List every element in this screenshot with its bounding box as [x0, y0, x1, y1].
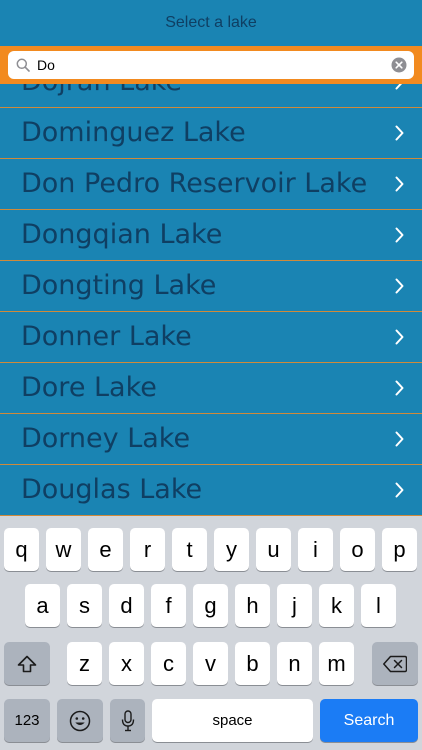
key-x[interactable]: x [109, 642, 144, 685]
key-t[interactable]: t [172, 528, 207, 571]
lake-name: Don Pedro Reservoir Lake [21, 168, 368, 199]
key-z[interactable]: z [67, 642, 102, 685]
lake-name: Donner Lake [21, 321, 192, 352]
key-o[interactable]: o [340, 528, 375, 571]
lake-name: Dorney Lake [21, 423, 191, 454]
lake-name: Dojran Lake [21, 84, 182, 97]
key-h[interactable]: h [235, 584, 270, 627]
microphone-icon [121, 709, 134, 731]
chevron-right-icon [395, 329, 404, 345]
list-item[interactable]: Douglas Lake [0, 465, 422, 516]
key-a[interactable]: a [25, 584, 60, 627]
key-j[interactable]: j [277, 584, 312, 627]
key-u[interactable]: u [256, 528, 291, 571]
list-item[interactable]: Dongting Lake [0, 261, 422, 312]
list-item[interactable]: Dojran Lake [0, 84, 422, 108]
key-n[interactable]: n [277, 642, 312, 685]
key-i[interactable]: i [298, 528, 333, 571]
space-key[interactable]: space [152, 699, 313, 742]
lake-name: Douglas Lake [21, 474, 203, 505]
key-s[interactable]: s [67, 584, 102, 627]
list-item[interactable]: Dore Lake [0, 363, 422, 414]
list-item[interactable]: Dorney Lake [0, 414, 422, 465]
search-icon [16, 58, 30, 72]
backspace-icon [383, 655, 407, 672]
search-key[interactable]: Search [320, 699, 418, 742]
clear-icon[interactable] [391, 57, 407, 73]
lake-name: Dongqian Lake [21, 219, 223, 250]
emoji-key[interactable] [57, 699, 103, 742]
chevron-right-icon [395, 482, 404, 498]
shift-icon [17, 655, 37, 672]
key-g[interactable]: g [193, 584, 228, 627]
shift-key[interactable] [4, 642, 50, 685]
numbers-key[interactable]: 123 [4, 699, 50, 742]
key-d[interactable]: d [109, 584, 144, 627]
chevron-right-icon [395, 431, 404, 447]
key-b[interactable]: b [235, 642, 270, 685]
key-f[interactable]: f [151, 584, 186, 627]
list-item[interactable]: Don Pedro Reservoir Lake [0, 159, 422, 210]
list-item[interactable]: Donner Lake [0, 312, 422, 363]
chevron-right-icon [395, 176, 404, 192]
search-input[interactable] [37, 54, 377, 76]
lake-list[interactable]: Dojran Lake Dominguez Lake Don Pedro Res… [0, 84, 422, 516]
search-field[interactable] [8, 51, 414, 79]
list-item[interactable]: Dongqian Lake [0, 210, 422, 261]
chevron-right-icon [395, 380, 404, 396]
navigation-bar: Select a lake [0, 0, 422, 46]
lake-name: Dore Lake [21, 372, 157, 403]
smiley-icon [69, 710, 91, 731]
key-v[interactable]: v [193, 642, 228, 685]
dictation-key[interactable] [110, 699, 145, 742]
lake-name: Dominguez Lake [21, 117, 246, 148]
chevron-right-icon [395, 278, 404, 294]
key-p[interactable]: p [382, 528, 417, 571]
key-q[interactable]: q [4, 528, 39, 571]
chevron-right-icon [395, 84, 403, 90]
key-y[interactable]: y [214, 528, 249, 571]
chevron-right-icon [395, 227, 404, 243]
search-bar [0, 46, 422, 84]
keyboard: q w e r t y u i o p a s d f g h j k l z … [0, 516, 422, 750]
key-w[interactable]: w [46, 528, 81, 571]
key-l[interactable]: l [361, 584, 396, 627]
key-c[interactable]: c [151, 642, 186, 685]
key-k[interactable]: k [319, 584, 354, 627]
lake-name: Dongting Lake [21, 270, 217, 301]
chevron-right-icon [395, 125, 404, 141]
delete-key[interactable] [372, 642, 418, 685]
key-m[interactable]: m [319, 642, 354, 685]
key-e[interactable]: e [88, 528, 123, 571]
page-title: Select a lake [165, 14, 257, 31]
key-r[interactable]: r [130, 528, 165, 571]
list-item[interactable]: Dominguez Lake [0, 108, 422, 159]
